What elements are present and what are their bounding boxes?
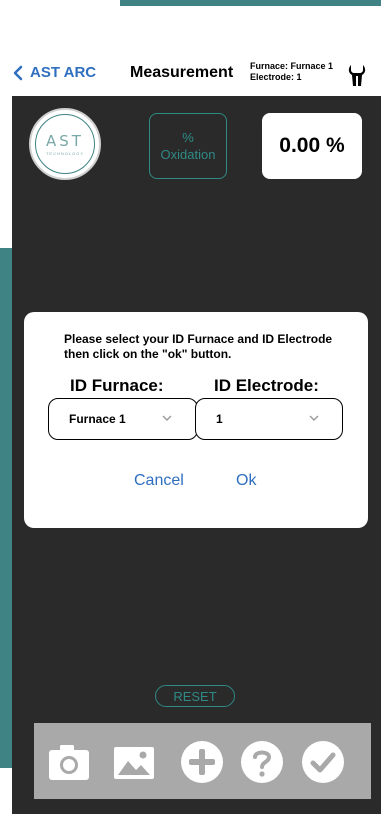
ok-button[interactable]: Ok <box>236 472 256 490</box>
oxidation-value: 0.00 % <box>262 113 362 179</box>
company-logo: AST TECHNOLOGY <box>29 108 101 180</box>
background-edge-left <box>0 248 12 768</box>
image-icon <box>114 747 154 779</box>
back-button[interactable]: AST ARC <box>12 64 96 81</box>
page-title: Measurement <box>130 64 234 81</box>
background-edge-top <box>120 0 381 6</box>
back-label: AST ARC <box>30 64 97 81</box>
camera-icon <box>49 745 89 780</box>
confirm-button[interactable] <box>300 739 346 785</box>
reset-button[interactable]: RESET <box>155 685 235 707</box>
selection-info: Furnace: Furnace 1 Electrode: 1 <box>250 61 333 83</box>
help-button[interactable] <box>239 739 285 785</box>
furnace-select[interactable]: Furnace 1 <box>48 398 198 440</box>
logo-text: AST <box>46 132 84 150</box>
add-button[interactable] <box>179 739 225 785</box>
electrode-info: Electrode: 1 <box>250 72 302 82</box>
cancel-button[interactable]: Cancel <box>134 472 184 490</box>
logo-ring: AST TECHNOLOGY <box>35 114 95 174</box>
navigation-bar: AST ARC Measurement Furnace: Furnace 1 E… <box>0 38 381 96</box>
dialog-message: Please select your ID Furnace and ID Ele… <box>64 332 333 361</box>
percent-symbol: % <box>182 130 194 145</box>
oxidation-label-box: % Oxidation <box>149 113 227 179</box>
furnace-label: ID Furnace: <box>70 376 164 395</box>
camera-button[interactable] <box>46 739 92 785</box>
furnace-info: Furnace: Furnace 1 <box>250 61 334 71</box>
logo-subtitle: TECHNOLOGY <box>45 151 84 156</box>
selection-dialog: Please select your ID Furnace and ID Ele… <box>24 312 368 528</box>
settings-button[interactable] <box>346 62 368 93</box>
chevron-down-icon <box>309 415 319 421</box>
gallery-button[interactable] <box>111 739 157 785</box>
chevron-down-icon <box>162 415 172 421</box>
oxidation-label: Oxidation <box>160 147 216 162</box>
add-icon <box>181 741 223 783</box>
chevron-left-icon <box>13 65 23 80</box>
electrode-select-value: 1 <box>216 412 223 426</box>
help-icon <box>241 741 283 783</box>
check-icon <box>302 741 344 783</box>
wrench-icon <box>348 65 366 86</box>
bottom-toolbar <box>34 723 371 799</box>
furnace-select-value: Furnace 1 <box>69 412 126 426</box>
electrode-select[interactable]: 1 <box>195 398 343 440</box>
home-indicator[interactable] <box>128 822 256 826</box>
electrode-label: ID Electrode: <box>214 376 319 395</box>
